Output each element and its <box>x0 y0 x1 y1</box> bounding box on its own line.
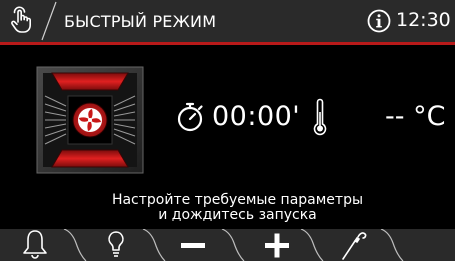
bell-icon[interactable] <box>22 229 48 261</box>
touch-hand-icon[interactable] <box>6 6 36 36</box>
light-bulb-icon[interactable] <box>106 229 126 261</box>
instruction-line-2: и дождитесь запуска <box>158 207 317 223</box>
minus-icon[interactable] <box>180 229 206 261</box>
mode-title: БЫСТРЫЙ РЕЖИМ <box>64 12 217 31</box>
header-divider <box>38 0 60 42</box>
bottom-toolbar <box>0 229 455 261</box>
instruction-line-1: Настройте требуемые параметры <box>111 192 364 208</box>
temperature-value[interactable]: -- °C <box>385 101 445 132</box>
timer-value[interactable]: 00:00' <box>212 101 300 132</box>
clock[interactable]: 12:30 <box>396 9 451 31</box>
info-icon[interactable] <box>367 9 391 33</box>
instruction-message: Настройте требуемые параметры и дождитес… <box>0 193 455 223</box>
thermometer-icon <box>312 98 328 136</box>
stopwatch-icon <box>176 101 204 133</box>
quick-mode-screen: БЫСТРЫЙ РЕЖИМ 12:30 00:00' -- °C Настрой… <box>0 0 455 261</box>
toolbar-separators <box>63 229 404 261</box>
meat-probe-icon[interactable] <box>340 229 370 261</box>
header-accent-line <box>0 42 455 45</box>
header-bar: БЫСТРЫЙ РЕЖИМ 12:30 <box>0 0 455 42</box>
plus-icon[interactable] <box>264 229 290 261</box>
fan-convection-icon[interactable] <box>36 66 156 176</box>
